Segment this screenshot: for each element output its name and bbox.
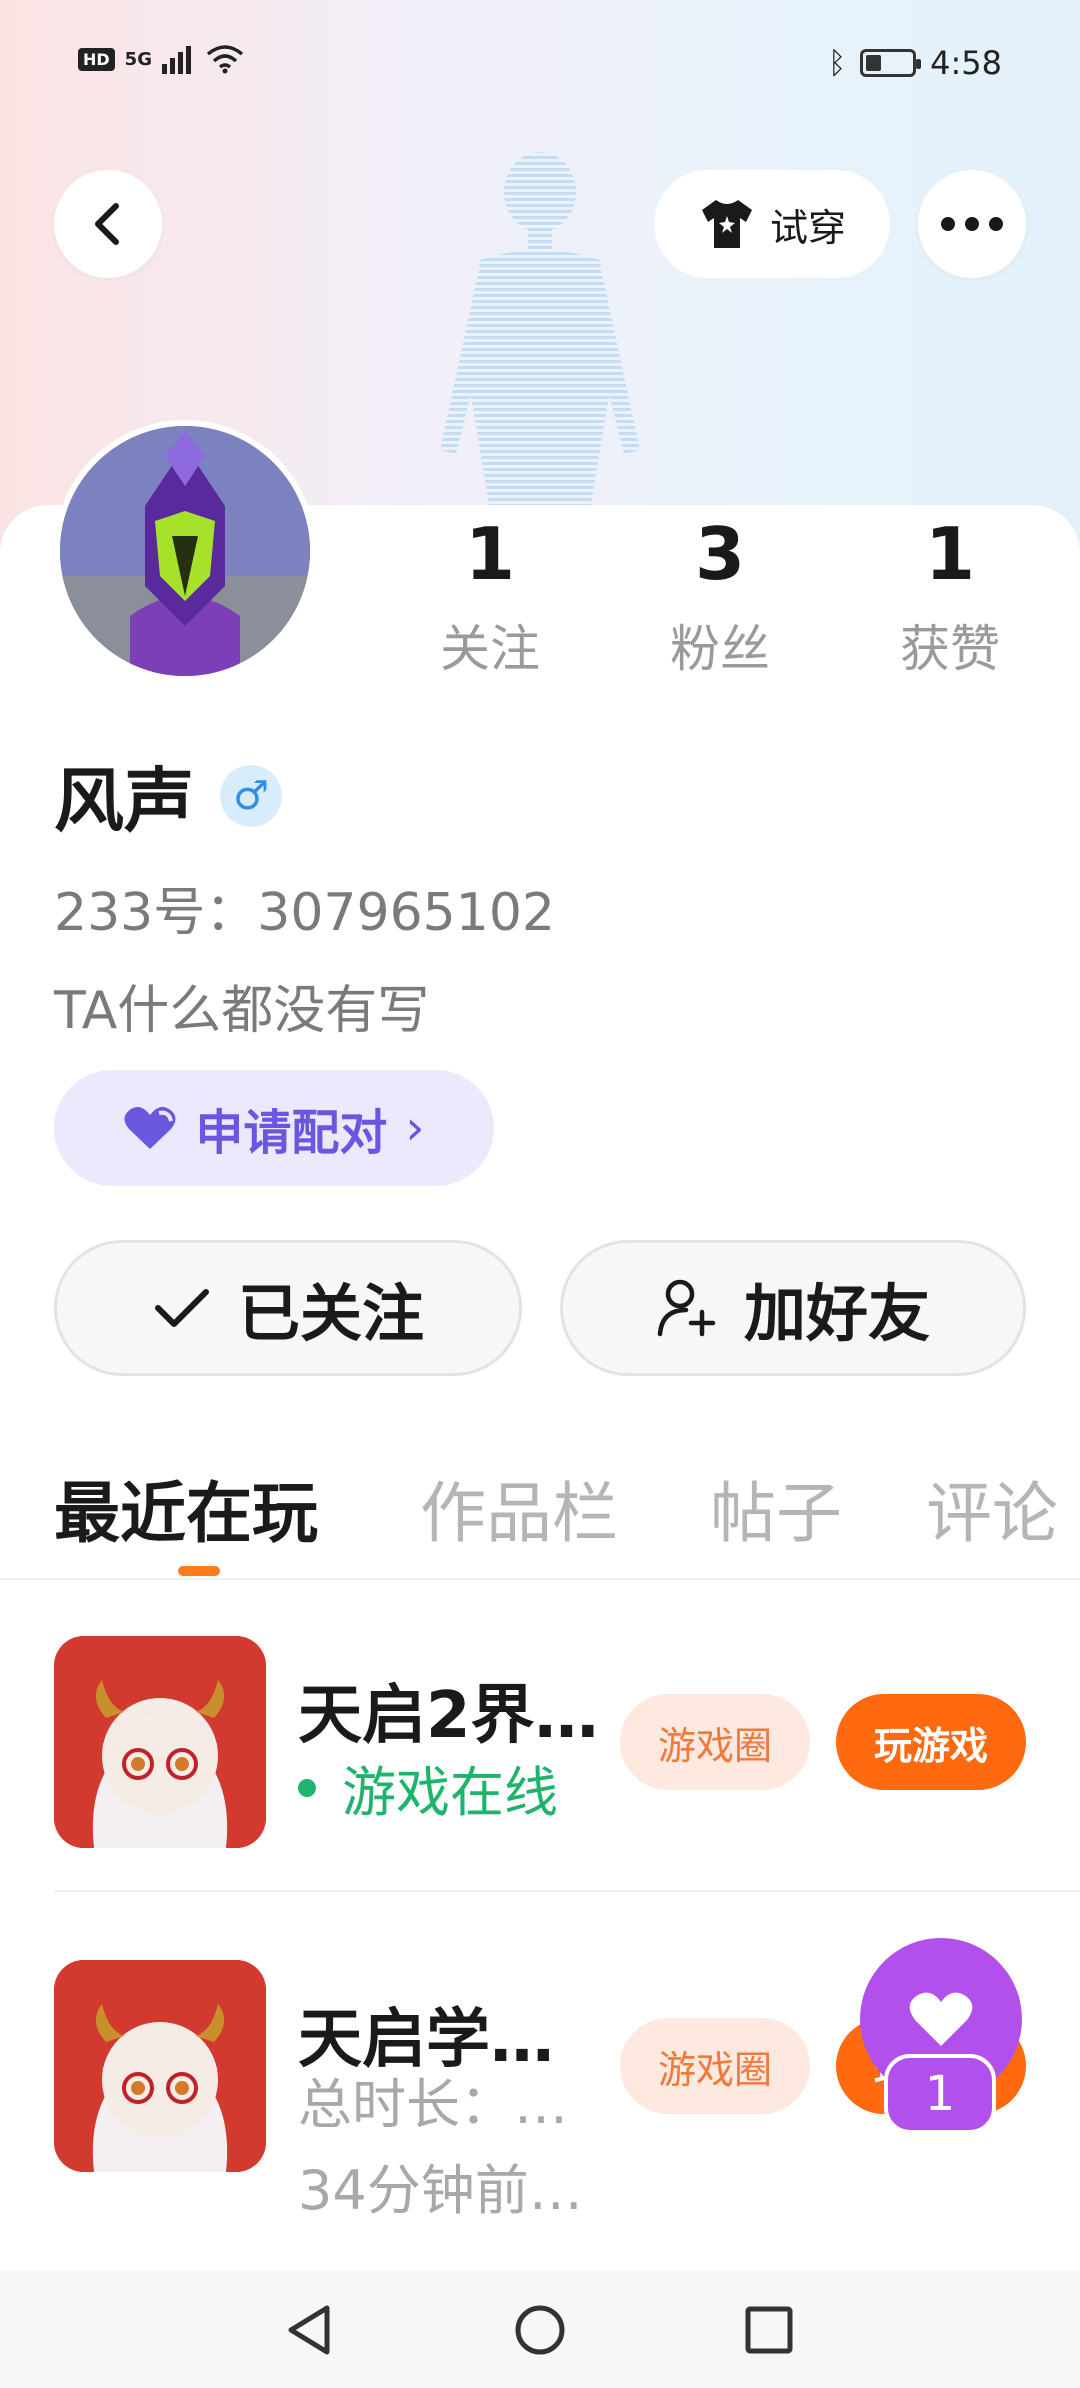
game-art-image	[54, 1960, 266, 2172]
name-row: 风声 ♂	[54, 745, 282, 846]
battery-icon	[860, 49, 922, 77]
game-circle-button[interactable]: 游戏圈	[620, 1694, 810, 1790]
try-on-label: 试穿	[769, 205, 846, 250]
signal-icon	[161, 46, 191, 74]
system-nav-bar	[0, 2270, 1080, 2388]
add-friend-button[interactable]: 加好友	[560, 1240, 1026, 1376]
triangle-back-icon	[288, 2305, 330, 2355]
stat-value: 1	[924, 512, 976, 596]
heart-icon	[909, 1992, 973, 2046]
row-divider	[54, 1890, 1080, 1892]
back-button[interactable]	[54, 170, 162, 278]
request-pair-button[interactable]: 申请配对 ›	[54, 1070, 494, 1186]
game-total-time: 总时长：…	[298, 2073, 568, 2136]
stat-following[interactable]: 1 关注	[400, 505, 580, 681]
stat-label: 关注	[440, 620, 540, 678]
status-time: 4:58	[930, 44, 1002, 82]
status-left: HD 5G	[78, 44, 244, 74]
nav-back-button[interactable]	[274, 2300, 344, 2360]
followed-label: 已关注	[237, 1277, 424, 1350]
stat-likes[interactable]: 1 获赞	[860, 505, 1040, 681]
tab-recently-played[interactable]: 最近在玩	[54, 1460, 318, 1556]
list-item[interactable]: 天启2界… 游戏在线 游戏圈 玩游戏	[54, 1636, 1026, 1850]
active-tab-indicator	[178, 1566, 220, 1576]
request-pair-label: 申请配对	[195, 1105, 388, 1161]
game-last-played: 34分钟前…	[298, 2159, 583, 2222]
male-icon: ♂	[220, 764, 282, 827]
user-id: 233号：307965102	[54, 883, 556, 943]
profile-tabs: 最近在玩 作品栏 帖子 评论	[54, 1460, 1080, 1570]
stat-label: 粉丝	[670, 620, 770, 678]
avatar[interactable]	[54, 420, 316, 682]
add-friend-label: 加好友	[743, 1277, 930, 1350]
wifi-icon	[206, 45, 244, 74]
square-recents-icon	[745, 2306, 793, 2354]
stat-value: 3	[694, 512, 746, 596]
online-label: 游戏在线	[342, 1761, 558, 1824]
add-user-icon	[657, 1279, 716, 1337]
hd-icon: HD	[78, 47, 115, 71]
user-bio: TA什么都没有写	[54, 981, 430, 1041]
nav-home-button[interactable]	[505, 2300, 575, 2360]
heart-icon	[124, 1107, 176, 1149]
stat-fans[interactable]: 3 粉丝	[630, 505, 810, 681]
game-circle-button[interactable]: 游戏圈	[620, 2018, 810, 2114]
battery-fill	[866, 55, 882, 71]
play-game-button[interactable]: 玩游戏	[836, 1694, 1026, 1790]
game-online-status: 游戏在线	[298, 1748, 558, 1827]
check-icon	[154, 1289, 209, 1327]
tab-comments[interactable]: 评论	[926, 1460, 1058, 1556]
profile-name: 风声	[54, 760, 194, 842]
network-type: 5G	[124, 48, 152, 70]
game-icon[interactable]	[54, 1960, 266, 2172]
like-count-badge: 1	[884, 2054, 996, 2134]
game-title: 天启2界…	[298, 1679, 599, 1753]
tshirt-icon	[701, 200, 752, 248]
circle-home-icon	[515, 2305, 565, 2355]
game-icon[interactable]	[54, 1636, 266, 1848]
bluetooth-icon: ᛒ	[828, 45, 847, 81]
more-dots-icon	[941, 217, 1003, 231]
avatar-image	[60, 426, 310, 676]
stat-label: 获赞	[900, 620, 1000, 678]
chevron-right-icon: ›	[405, 1100, 425, 1156]
chevron-left-icon	[95, 203, 119, 245]
avatar-3d-figure	[440, 152, 640, 510]
tab-works[interactable]: 作品栏	[420, 1460, 618, 1556]
tabs-divider	[0, 1578, 1080, 1580]
status-bar: HD 5G ᛒ 4:58	[0, 0, 1080, 130]
profile-stats: 1 关注 3 粉丝 1 获赞	[400, 505, 1040, 705]
nav-recents-button[interactable]	[734, 2300, 804, 2360]
online-dot-icon	[298, 1778, 316, 1797]
followed-button[interactable]: 已关注	[54, 1240, 522, 1376]
game-art-image	[54, 1636, 266, 1848]
status-right: ᛒ 4:58	[828, 44, 1002, 82]
try-on-button[interactable]: 试穿	[654, 170, 890, 278]
stat-value: 1	[464, 512, 516, 596]
more-options-button[interactable]	[918, 170, 1026, 278]
tab-posts[interactable]: 帖子	[710, 1460, 842, 1556]
